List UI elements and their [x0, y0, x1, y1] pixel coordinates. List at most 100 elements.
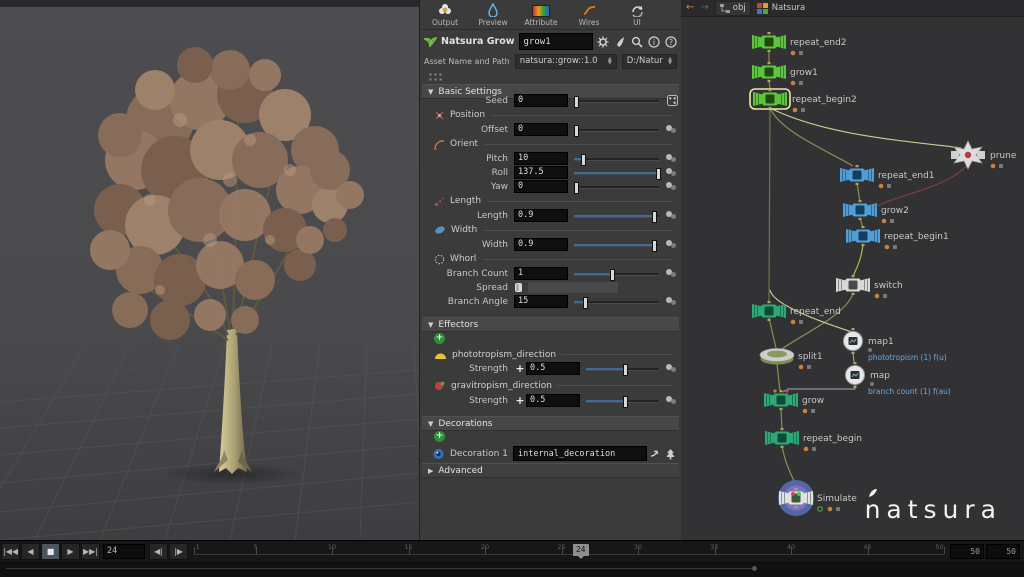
group-length[interactable]: Length [434, 195, 673, 207]
node-split1[interactable]: split1 [760, 349, 823, 370]
eye-icon[interactable] [432, 448, 445, 460]
viewport-3d[interactable] [0, 0, 419, 540]
effector-gravitropism[interactable]: gravitropism_direction [434, 379, 673, 392]
stop-button[interactable]: ■ [41, 543, 60, 560]
pitch-field[interactable]: 10 [514, 152, 568, 165]
roll-slider[interactable] [574, 168, 659, 178]
magnifier-icon[interactable] [631, 36, 643, 48]
parm-menu-icon[interactable] [666, 125, 678, 134]
back-arrow-icon[interactable]: ← [686, 3, 694, 13]
jump-start-button[interactable]: |◀◀ [1, 543, 20, 560]
range-handle[interactable] [752, 566, 757, 571]
group-width[interactable]: Width [434, 224, 673, 236]
gear-icon[interactable] [597, 36, 609, 48]
play-button[interactable]: ▶ [61, 543, 80, 560]
node-repeat_end2[interactable]: repeat_end2 [752, 32, 847, 55]
node-map1[interactable]: map1 phototropism (1) f(u) [844, 328, 947, 362]
tab-ui[interactable]: UI [620, 3, 654, 27]
current-frame-field[interactable]: 24 [103, 544, 145, 559]
add-effector-button[interactable]: + [434, 333, 445, 344]
node-prune[interactable]: prune [951, 141, 1017, 169]
tab-preview[interactable]: Preview [476, 3, 510, 27]
forward-arrow-icon[interactable]: → [700, 3, 708, 13]
tab-wires[interactable]: Wires [572, 3, 606, 27]
breadcrumb-current[interactable]: Natsura [757, 3, 805, 14]
width-field[interactable]: 0.9 [514, 238, 568, 251]
parm-menu-icon[interactable] [666, 269, 678, 278]
spread-ramp-icon[interactable] [514, 282, 524, 293]
node-switch[interactable]: switch [836, 275, 903, 298]
node-map[interactable]: map branch count (1) f(au) [846, 362, 951, 396]
photo-strength-field[interactable]: 0.5 [526, 362, 580, 375]
photo-strength-slider[interactable] [586, 364, 659, 374]
yaw-field[interactable]: 0 [514, 180, 568, 193]
roll-field[interactable]: 137.5 [514, 166, 568, 179]
parm-drag-handle[interactable] [428, 72, 442, 82]
branch-count-slider[interactable] [574, 269, 659, 279]
section-effectors[interactable]: ▼ Effectors [422, 317, 679, 332]
add-decoration-button[interactable]: + [434, 431, 445, 442]
range-end-field[interactable]: 50 [950, 544, 984, 559]
length-field[interactable]: 0.9 [514, 209, 568, 222]
node-simulate[interactable]: Simulate [778, 480, 857, 516]
parm-menu-icon[interactable] [666, 297, 678, 306]
jump-arrow-icon[interactable] [649, 448, 662, 459]
decoration-input[interactable] [513, 446, 647, 461]
grav-strength-slider[interactable] [586, 396, 659, 406]
seed-field[interactable]: 0 [514, 94, 568, 107]
node-grow[interactable]: grow [764, 389, 824, 413]
parm-menu-icon[interactable] [666, 396, 678, 405]
section-advanced[interactable]: ▶ Advanced [422, 463, 679, 478]
offset-slider[interactable] [574, 125, 659, 135]
parm-menu-icon[interactable] [666, 154, 678, 163]
branch-count-field[interactable]: 1 [514, 267, 568, 280]
parm-menu-icon[interactable] [666, 211, 678, 220]
playhead-marker[interactable]: 24 [573, 544, 589, 556]
network-editor[interactable]: repeat_end2 grow1 repeat_begin2 prune re… [681, 0, 1024, 540]
node-repeat_begin[interactable]: repeat_begin [765, 428, 862, 451]
help-icon[interactable]: ? [665, 36, 677, 48]
parm-menu-icon[interactable] [666, 364, 678, 373]
seed-slider[interactable] [574, 96, 659, 106]
branch-angle-field[interactable]: 15 [514, 295, 568, 308]
jump-end-button[interactable]: ▶▶| [81, 543, 100, 560]
tree-pick-icon[interactable] [664, 448, 677, 460]
expand-plus-icon[interactable]: + [514, 394, 526, 407]
node-repeat_begin2[interactable]: repeat_begin2 [750, 89, 857, 112]
expand-plus-icon[interactable]: + [514, 362, 526, 375]
width-slider[interactable] [574, 240, 659, 250]
offset-field[interactable]: 0 [514, 123, 568, 136]
tab-output[interactable]: Output [428, 3, 462, 27]
step-back-button[interactable]: ◀| [149, 543, 168, 560]
section-decorations[interactable]: ▼ Decorations [422, 416, 679, 431]
asset-definition-select[interactable]: natsura::grow::1.0 ▲▼ [515, 54, 617, 69]
asset-path-select[interactable]: D:/Natura/Plantic/src/too... ▲▼ [622, 54, 677, 69]
node-grow1[interactable]: grow1 [752, 62, 818, 85]
pitch-slider[interactable] [574, 154, 659, 164]
play-reverse-button[interactable]: ◀ [21, 543, 40, 560]
grav-strength-field[interactable]: 0.5 [526, 394, 580, 407]
node-repeat_end1[interactable]: repeat_end1 [840, 165, 935, 188]
length-slider[interactable] [574, 211, 659, 221]
dice-icon[interactable] [667, 95, 678, 106]
effector-phototropism[interactable]: phototropism_direction [434, 348, 673, 361]
group-whorl[interactable]: Whorl [434, 253, 673, 265]
node-grow2[interactable]: grow2 [843, 200, 909, 223]
node-repeat_begin1[interactable]: repeat_begin1 [846, 226, 949, 249]
timeline-ruler[interactable]: 1 5 10 15 20 25 30 35 40 45 50 24 [194, 544, 944, 559]
branch-angle-slider[interactable] [574, 297, 659, 307]
step-forward-button[interactable]: |▶ [169, 543, 188, 560]
range-end-field-2[interactable]: 50 [986, 544, 1020, 559]
group-position[interactable]: Position [434, 109, 673, 121]
brush-icon[interactable] [614, 36, 626, 48]
breadcrumb-obj[interactable]: obj [715, 1, 751, 16]
tab-attribute[interactable]: Attribute [524, 3, 558, 27]
playback-range-bar[interactable] [0, 561, 1024, 577]
yaw-slider[interactable] [574, 182, 659, 192]
parm-menu-icon[interactable] [666, 182, 678, 191]
spread-ramp-field[interactable] [527, 281, 619, 294]
parm-menu-icon[interactable] [666, 240, 678, 249]
parm-menu-icon[interactable] [666, 168, 678, 177]
info-icon[interactable]: i [648, 36, 660, 48]
node-name-input[interactable] [519, 33, 593, 50]
